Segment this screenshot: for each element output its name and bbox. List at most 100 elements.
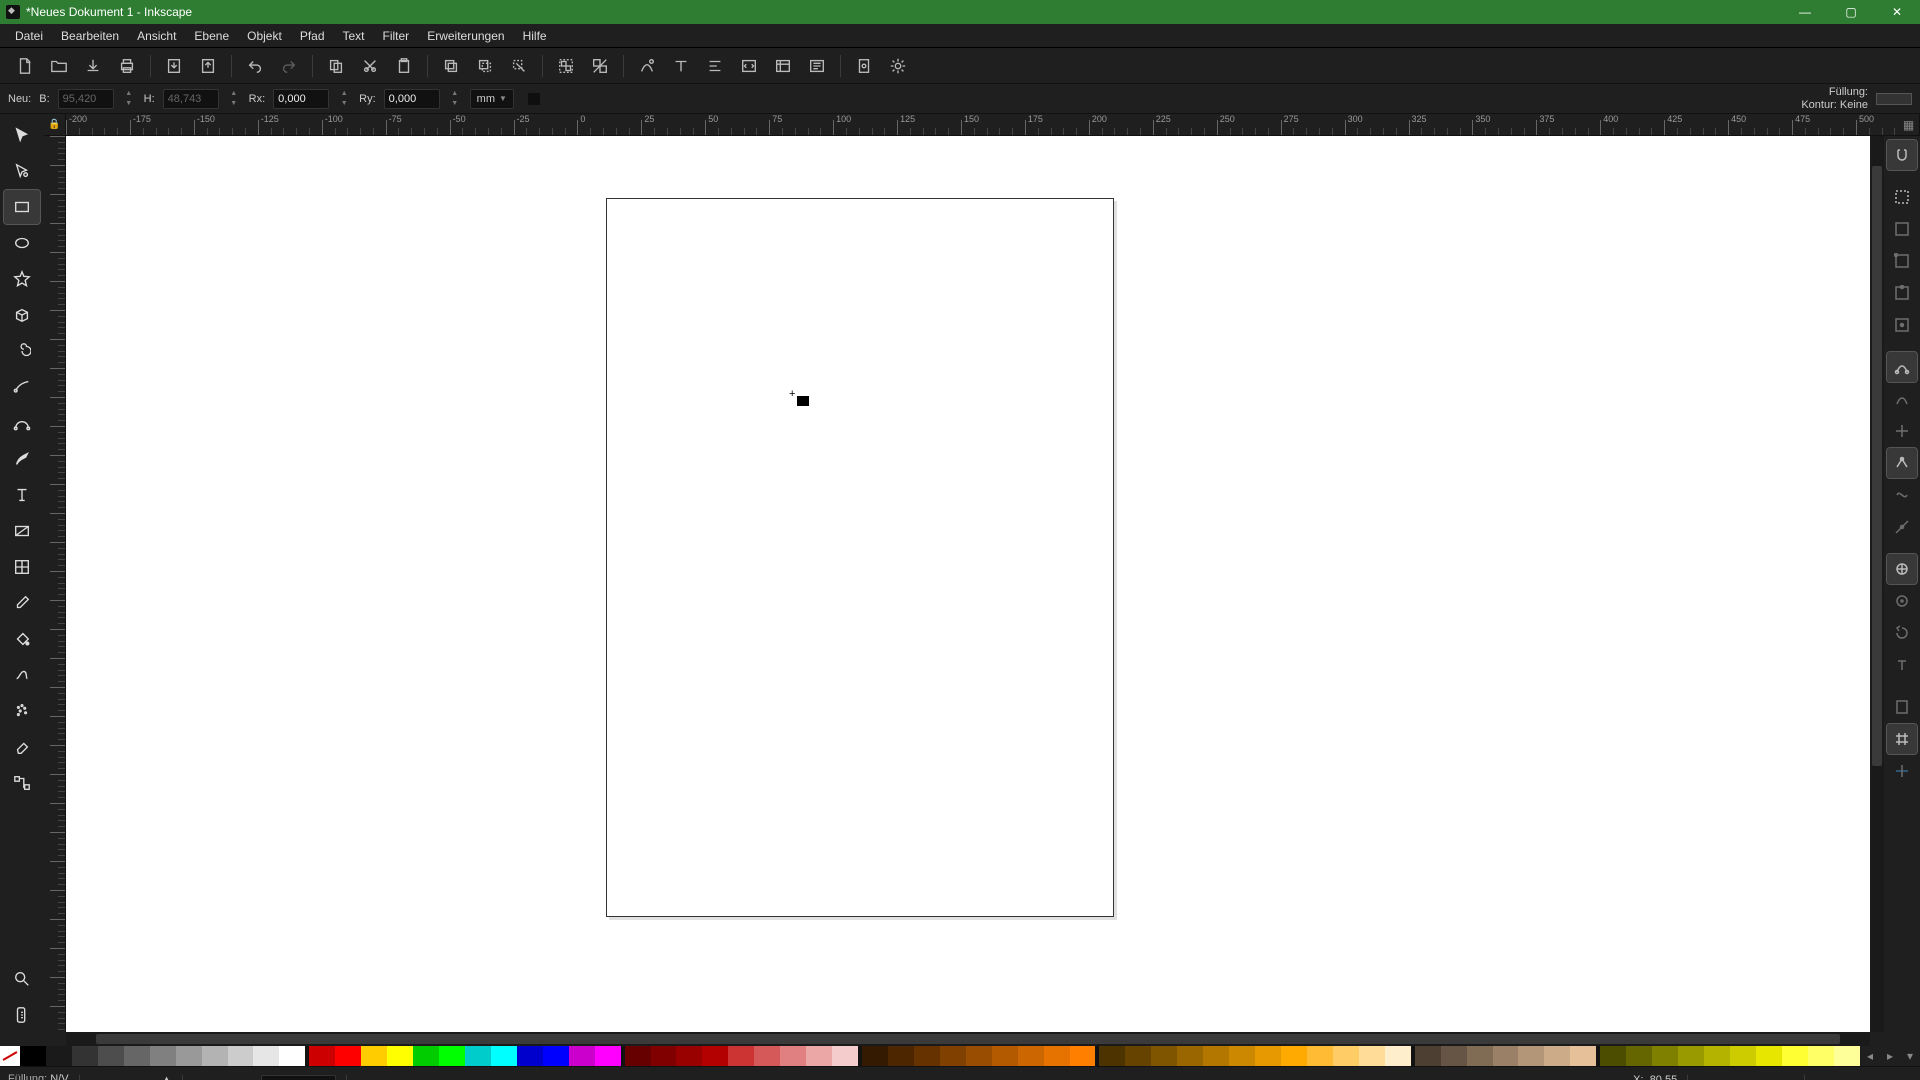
palette-swatch[interactable] xyxy=(992,1046,1018,1066)
palette-swatch[interactable] xyxy=(517,1046,543,1066)
dock-snap-toggle[interactable] xyxy=(1887,140,1917,170)
new-document-button[interactable] xyxy=(8,51,42,81)
palette-swatch[interactable] xyxy=(1385,1046,1411,1066)
text-tool[interactable] xyxy=(4,478,40,512)
status-visibility-toggle[interactable] xyxy=(193,1075,217,1080)
palette-swatch[interactable] xyxy=(20,1046,46,1066)
palette-swatch[interactable] xyxy=(940,1046,966,1066)
rectangle-tool[interactable] xyxy=(4,190,40,224)
duplicate-button[interactable] xyxy=(434,51,468,81)
doc-prefs-button[interactable] xyxy=(847,51,881,81)
options-height-spinner[interactable]: ▲▼ xyxy=(227,89,241,109)
horizontal-scrollbar[interactable] xyxy=(0,1032,1920,1046)
unlink-clone-button[interactable] xyxy=(502,51,536,81)
palette-swatch[interactable] xyxy=(1678,1046,1704,1066)
dock-snap-others[interactable] xyxy=(1887,554,1917,584)
palette-swatch[interactable] xyxy=(491,1046,517,1066)
options-ry-value[interactable]: 0,000 xyxy=(384,89,440,109)
open-button[interactable] xyxy=(42,51,76,81)
options-rx-spinner[interactable]: ▲▼ xyxy=(337,89,351,109)
palette-swatch[interactable] xyxy=(1151,1046,1177,1066)
palette-swatch[interactable] xyxy=(1570,1046,1596,1066)
dock-snap-corner[interactable] xyxy=(1887,246,1917,276)
palette-swatch[interactable] xyxy=(1415,1046,1441,1066)
dock-snap-path[interactable] xyxy=(1887,384,1917,414)
palette-swatch[interactable] xyxy=(625,1046,651,1066)
palette-swatch[interactable] xyxy=(124,1046,150,1066)
palette-swatch[interactable] xyxy=(914,1046,940,1066)
dock-snap-nodes[interactable] xyxy=(1887,352,1917,382)
palette-swatch[interactable] xyxy=(1044,1046,1070,1066)
clone-button[interactable] xyxy=(468,51,502,81)
horizontal-ruler[interactable]: -200-175-150-125-100-75-50-2502550751001… xyxy=(66,114,1898,136)
palette-swatch[interactable] xyxy=(279,1046,305,1066)
options-height-value[interactable]: 48,743 xyxy=(163,89,219,109)
save-button[interactable] xyxy=(76,51,110,81)
dock-snap-object-center[interactable] xyxy=(1887,586,1917,616)
palette-swatch[interactable] xyxy=(1125,1046,1151,1066)
menu-text[interactable]: Text xyxy=(334,26,374,46)
minimize-button[interactable]: ― xyxy=(1782,0,1828,24)
palette-swatch[interactable] xyxy=(1782,1046,1808,1066)
palette-swatch[interactable] xyxy=(1756,1046,1782,1066)
palette-swatch[interactable] xyxy=(1229,1046,1255,1066)
dock-snap-bbox[interactable] xyxy=(1887,182,1917,212)
palette-swatch[interactable] xyxy=(1518,1046,1544,1066)
vertical-ruler[interactable] xyxy=(44,136,66,1032)
zoom-tool[interactable] xyxy=(4,962,40,996)
ellipse-tool[interactable] xyxy=(4,226,40,260)
palette-swatch[interactable] xyxy=(1255,1046,1281,1066)
palette-swatch[interactable] xyxy=(569,1046,595,1066)
status-layer-select[interactable]: •Ebene 1▼ xyxy=(261,1075,336,1080)
spray-tool[interactable] xyxy=(4,694,40,728)
palette-swatch[interactable] xyxy=(72,1046,98,1066)
palette-swatch[interactable] xyxy=(1626,1046,1652,1066)
palette-swatch[interactable] xyxy=(1544,1046,1570,1066)
menu-hilfe[interactable]: Hilfe xyxy=(514,26,556,46)
menu-objekt[interactable]: Objekt xyxy=(238,26,291,46)
bezier-tool[interactable] xyxy=(4,406,40,440)
palette-swatch[interactable] xyxy=(387,1046,413,1066)
palette-swatch[interactable] xyxy=(1281,1046,1307,1066)
fill-stroke-button[interactable] xyxy=(630,51,664,81)
measure-tool[interactable] xyxy=(4,998,40,1032)
palette-swatch[interactable] xyxy=(176,1046,202,1066)
palette-swatch[interactable] xyxy=(1493,1046,1519,1066)
print-button[interactable] xyxy=(110,51,144,81)
palette-swatch[interactable] xyxy=(862,1046,888,1066)
3dbox-tool[interactable] xyxy=(4,298,40,332)
dock-snap-smooth[interactable] xyxy=(1887,480,1917,510)
close-button[interactable]: ✕ xyxy=(1874,0,1920,24)
text-tool-button[interactable] xyxy=(664,51,698,81)
dock-snap-page[interactable] xyxy=(1887,692,1917,722)
tweak-tool[interactable] xyxy=(4,658,40,692)
palette-swatch[interactable] xyxy=(1834,1046,1860,1066)
align-button[interactable] xyxy=(698,51,732,81)
dock-snap-edge[interactable] xyxy=(1887,214,1917,244)
options-rx-value[interactable]: 0,000 xyxy=(273,89,329,109)
palette-swatch[interactable] xyxy=(728,1046,754,1066)
layers-button[interactable] xyxy=(766,51,800,81)
palette-swatch[interactable] xyxy=(335,1046,361,1066)
status-rotate-inc[interactable]: + xyxy=(1894,1077,1912,1080)
dock-snap-intersect[interactable] xyxy=(1887,416,1917,446)
gradient-tool[interactable] xyxy=(4,514,40,548)
dock-snap-guide[interactable] xyxy=(1887,756,1917,786)
menu-datei[interactable]: Datei xyxy=(6,26,52,46)
paintbucket-tool[interactable] xyxy=(4,622,40,656)
options-width-value[interactable]: 95,420 xyxy=(58,89,114,109)
group-button[interactable] xyxy=(549,51,583,81)
palette-swatch[interactable] xyxy=(98,1046,124,1066)
palette-swatch[interactable] xyxy=(543,1046,569,1066)
connector-tool[interactable] xyxy=(4,766,40,800)
palette-swatch[interactable] xyxy=(702,1046,728,1066)
menu-bearbeiten[interactable]: Bearbeiten xyxy=(52,26,128,46)
palette-swatch[interactable] xyxy=(651,1046,677,1066)
palette-swatch[interactable] xyxy=(361,1046,387,1066)
menu-filter[interactable]: Filter xyxy=(374,26,419,46)
palette-swatch[interactable] xyxy=(413,1046,439,1066)
dock-snap-grid[interactable] xyxy=(1887,724,1917,754)
prefs-button[interactable] xyxy=(881,51,915,81)
palette-swatch[interactable] xyxy=(1704,1046,1730,1066)
palette-swatch[interactable] xyxy=(888,1046,914,1066)
